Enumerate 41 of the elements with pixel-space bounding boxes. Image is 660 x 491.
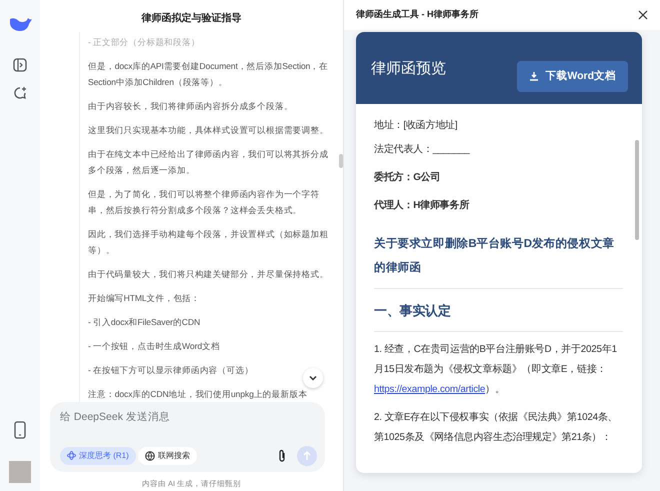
message-paragraph: - 在按钮下方可以显示律师函内容（可选） [88,364,254,377]
scrollbar[interactable] [339,154,343,168]
message-paragraph: 但是，docx库的API需要创建Document，然后添加Section，在Section中添加Children（段落等）。 [88,60,330,89]
letter-title: 关于要求立即删除B平台账号D发布的侵权文章的律师函 [374,226,623,288]
field-text: 法定代表人：_______ [374,142,471,156]
message-paragraph: - 引入docx和FileSaver的CDN [88,316,200,329]
chat-title: 律师函拟定与验证指导 [140,11,242,26]
atom-icon [67,451,76,460]
arrow-up-icon [302,450,312,461]
message-paragraph: 开始编写HTML文件，包括： [88,292,200,305]
message-paragraph: 因此，我们选择手动构建每个段落，并设置样式（如标题加粗等）。 [88,228,330,257]
download-icon [529,71,540,82]
message-paragraph: 但是，为了简化，我们可以将整个律师函内容作为一个字符串，然后按换行符分割成多个段落？这样会丢失格式。 [88,188,320,217]
article-link[interactable]: https://example.com/article [374,384,486,394]
message-paragraph: 由于在纯文本中已经给出了律师函内容，我们可以将其拆分成多个段落，然后逐一添加。 [88,148,330,177]
deep-think-toggle[interactable]: 深度思考 (R1) [60,446,136,465]
message-paragraph: 由于内容较长，我们将律师函内容拆分成多个段落。 [88,100,293,113]
new-chat-icon[interactable] [13,86,27,100]
panel-title: 律师函生成工具 - H律师事务所 [356,8,478,21]
message-paragraph: 这里我们只实现基本功能，具体样式设置可以根据需要调整。 [88,124,328,137]
sidebar-toggle-icon[interactable] [13,58,27,72]
message-input[interactable]: 给 DeepSeek 发送消息 [60,410,317,426]
globe-icon [145,450,156,461]
party-text: 委托方：G公司 [374,170,442,184]
letter-paragraph: 1. 经查，C在贵司运营的B平台注册账号D，并于2025年1月15日发布题为《侵权文章标题》（即文章E，链接： https://example.com/article）。 [374,342,618,396]
message-paragraph: - 一个按钮，点击时生成Word文档 [88,340,220,353]
message-paragraph: 由于代码量较大，我们将只构建关键部分，并尽量保持格式。 [88,268,328,281]
letter-paragraph: 2. 文章E存在以下侵权事实（依据《民法典》第1024条、第1025条及《网络信息内容生态治理规定》第21条）： [374,410,618,444]
web-search-toggle[interactable]: 联网搜索 [138,446,198,465]
download-button[interactable]: 下载Word文档 [517,60,628,92]
section-heading: 一、事实认定 [374,288,623,332]
message-paragraph: - 正文部分（分标题和段落） [88,36,200,49]
field-text: 地址：[收函方地址] [374,118,458,132]
card-title: 律师函预览 [371,58,446,78]
scrollbar[interactable] [635,140,639,240]
close-icon[interactable] [638,10,648,20]
message-paragraph: 注意：docx库的CDN地址，我们使用unpkg上的最新版本 [88,388,308,401]
party-text: 代理人：H律师事务所 [374,198,470,212]
paperclip-icon[interactable] [276,448,287,463]
phone-icon[interactable] [14,421,26,439]
scroll-down-button[interactable] [303,368,323,388]
